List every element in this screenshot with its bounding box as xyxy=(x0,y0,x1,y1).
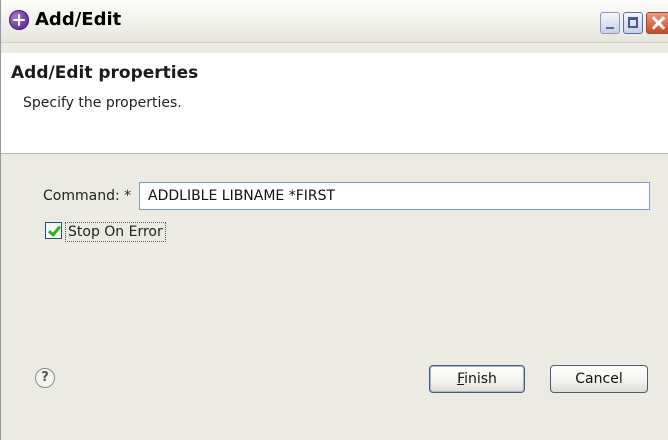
add-edit-dialog: Add/Edit Add/Edit properties Specify the… xyxy=(0,0,668,440)
app-icon xyxy=(9,10,29,30)
close-button[interactable] xyxy=(646,12,668,34)
command-input[interactable] xyxy=(139,182,650,210)
command-label: Command: * xyxy=(43,188,132,204)
help-icon[interactable]: ? xyxy=(35,368,55,388)
checkbox-checked-icon[interactable] xyxy=(45,222,62,239)
finish-label: inish xyxy=(464,371,497,387)
finish-button[interactable]: Finish xyxy=(429,365,525,393)
maximize-button[interactable] xyxy=(623,12,643,34)
cancel-button[interactable]: Cancel xyxy=(550,365,648,393)
window-title: Add/Edit xyxy=(35,9,122,30)
page-title: Add/Edit properties xyxy=(11,63,199,83)
minimize-button[interactable] xyxy=(600,12,620,34)
header-banner: Add/Edit properties Specify the properti… xyxy=(1,53,668,154)
stop-on-error-label[interactable]: Stop On Error xyxy=(65,222,166,242)
title-bar[interactable]: Add/Edit xyxy=(1,0,668,43)
page-description: Specify the properties. xyxy=(23,95,182,111)
